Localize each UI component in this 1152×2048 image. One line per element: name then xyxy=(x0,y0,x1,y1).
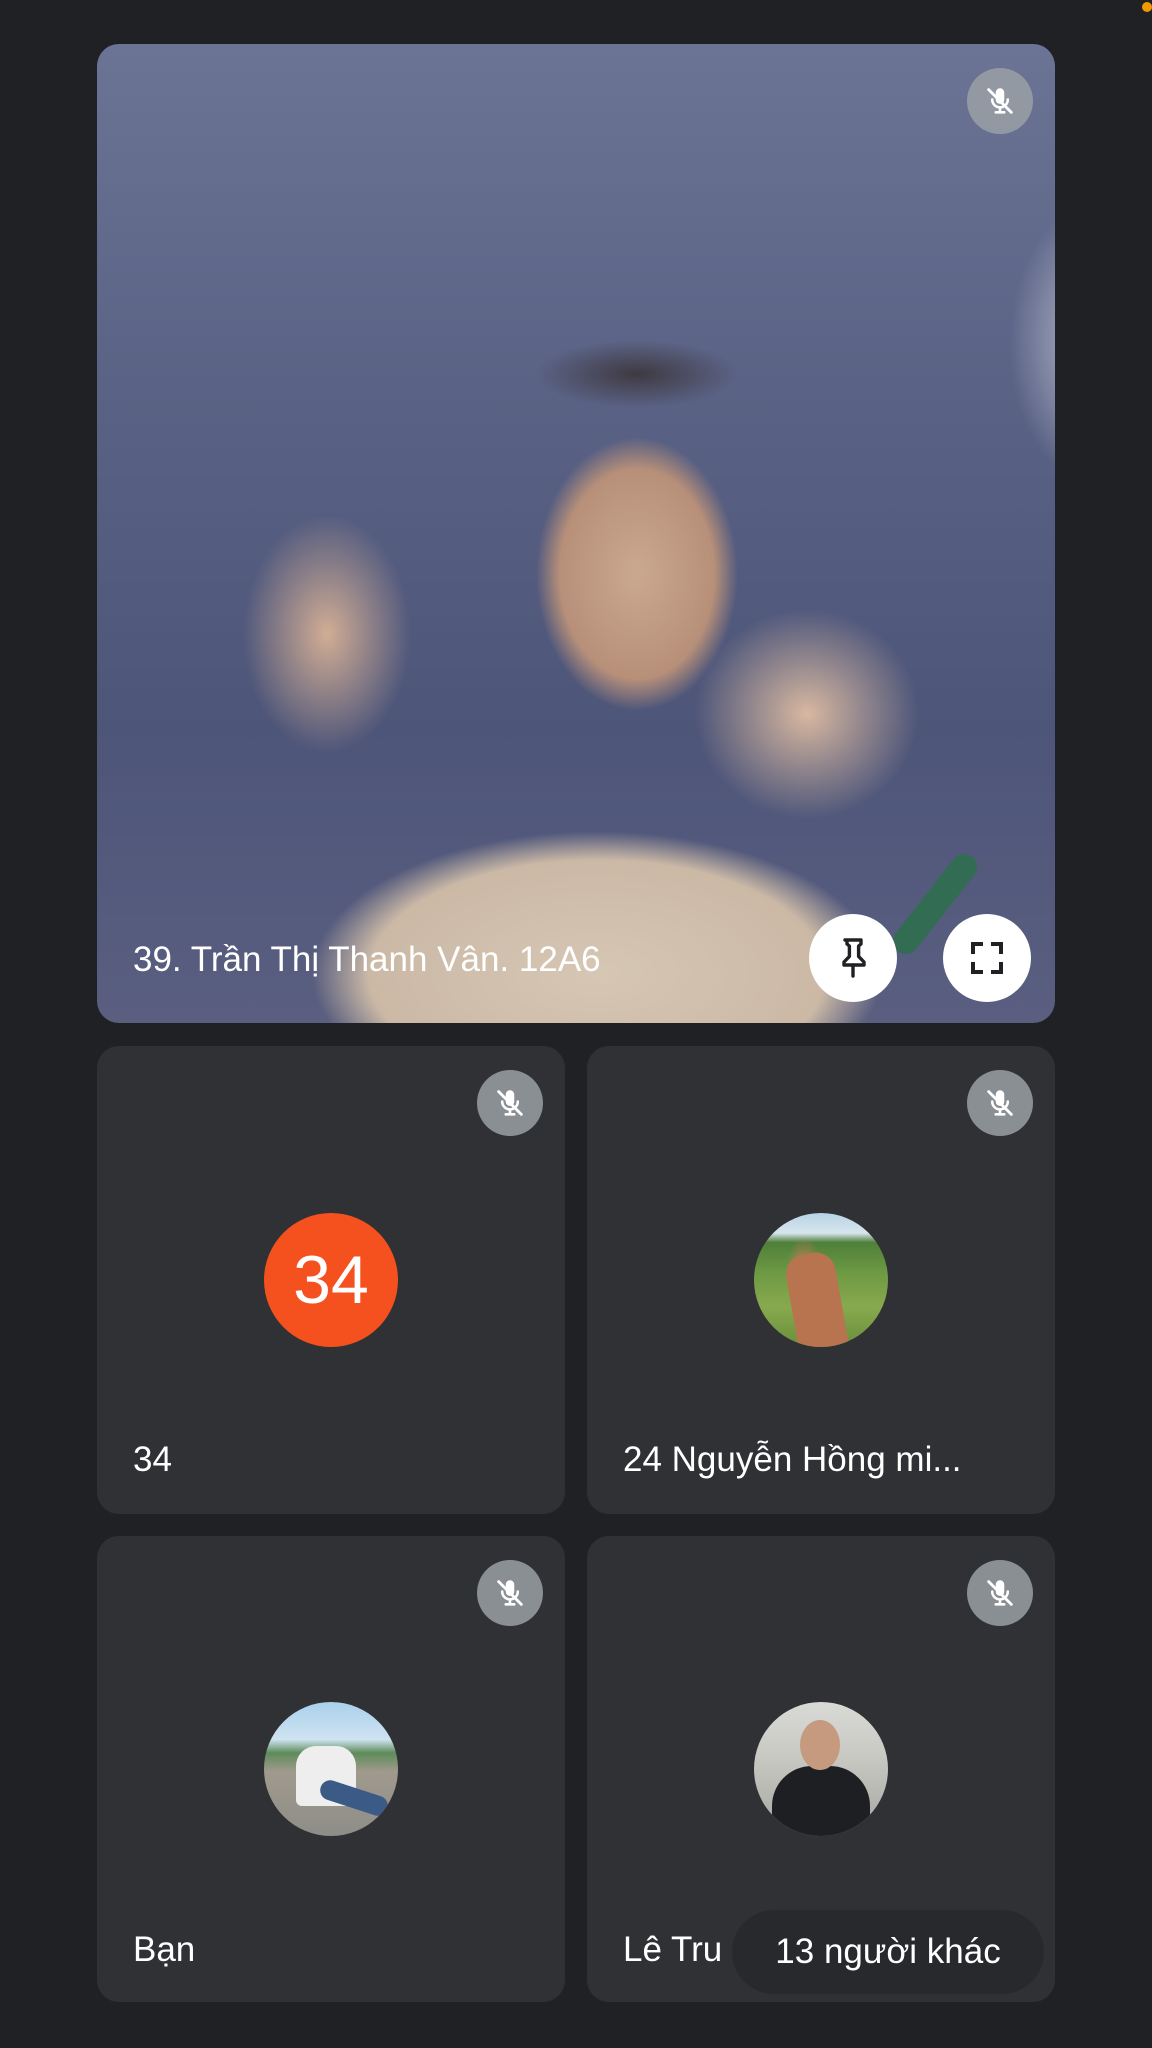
avatar: 34 xyxy=(264,1213,398,1347)
pin-icon xyxy=(842,938,866,978)
pin-button[interactable] xyxy=(809,914,897,1002)
mic-off-icon xyxy=(967,68,1033,134)
participant-name: 24 Nguyễn Hồng mi... xyxy=(623,1440,962,1479)
mic-off-icon xyxy=(967,1070,1033,1136)
participant-name: 39. Trần Thị Thanh Vân. 12A6 xyxy=(133,940,601,979)
avatar xyxy=(754,1702,888,1836)
mic-off-icon xyxy=(477,1560,543,1626)
recording-indicator-dot xyxy=(1142,2,1152,12)
mic-off-icon xyxy=(967,1560,1033,1626)
participant-name: 34 xyxy=(133,1440,172,1479)
participant-tile[interactable]: Bạn xyxy=(97,1536,565,2002)
mic-off-icon xyxy=(477,1070,543,1136)
participant-name: Lê Tru xyxy=(623,1930,723,1969)
participant-name: Bạn xyxy=(133,1930,196,1969)
more-participants-button[interactable]: 13 người khác xyxy=(732,1910,1044,1994)
fullscreen-button[interactable] xyxy=(943,914,1031,1002)
participant-tile[interactable]: 34 34 xyxy=(97,1046,565,1514)
participant-tile[interactable]: 24 Nguyễn Hồng mi... xyxy=(587,1046,1055,1514)
fullscreen-icon xyxy=(971,942,1003,974)
featured-participant-tile[interactable]: 39. Trần Thị Thanh Vân. 12A6 xyxy=(97,44,1055,1023)
avatar xyxy=(264,1702,398,1836)
avatar xyxy=(754,1213,888,1347)
